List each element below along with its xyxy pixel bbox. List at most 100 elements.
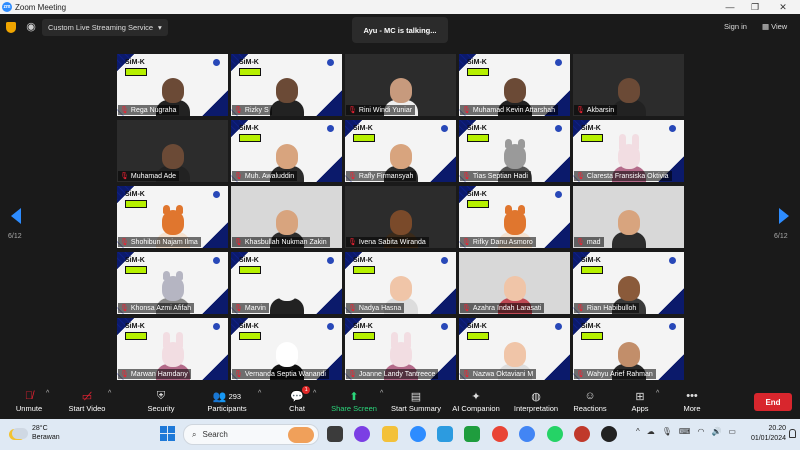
participant-name-tag: 🎙 Muhamad Kevin Attarshah (460, 105, 558, 115)
participant-tile[interactable]: SiM-K 🎙 Tias Septian Hadi (459, 120, 570, 182)
windows-start-icon[interactable] (160, 426, 175, 441)
organizer-logo-icon (441, 125, 448, 132)
participant-name: Rifky Danu Asmoro (472, 238, 533, 246)
organizer-logo-icon (441, 257, 448, 264)
participant-tile[interactable]: SiM-K 🎙 Rega Nugraha (117, 54, 228, 116)
view-button[interactable]: ▦ View (762, 22, 787, 31)
participant-tile[interactable]: SiM-K 🎙 Claresta Fransiska Oktivia (573, 120, 684, 182)
simk-logo: SiM-K (581, 257, 601, 264)
participant-tile[interactable]: 🎙 Muhamad Ade (117, 120, 228, 182)
participant-tile[interactable]: SiM-K 🎙 Wahyu Arief Rahman (573, 318, 684, 380)
participant-name-tag: 🎙 Claresta Fransiska Oktivia (574, 171, 672, 181)
share-options-caret-icon[interactable]: ^ (380, 390, 383, 397)
apps-options-caret-icon[interactable]: ^ (656, 390, 659, 397)
simk-logo: SiM-K (353, 323, 373, 330)
participant-tile[interactable]: SiM-K 🎙 Marwan Hamdany (117, 318, 228, 380)
participant-name: Muhamad Ade (130, 172, 177, 180)
reactions-label: Reactions (573, 404, 607, 413)
interpretation-button[interactable]: ◍ Interpretation (512, 388, 560, 418)
start-summary-button[interactable]: ▤ Start Summary (390, 388, 442, 418)
close-icon[interactable]: ✕ (771, 0, 795, 14)
notification-bell-icon[interactable] (789, 429, 796, 438)
chat-options-caret-icon[interactable]: ^ (313, 390, 316, 397)
live-streaming-label: Custom Live Streaming Service (48, 23, 154, 32)
participant-tile[interactable]: SiM-K 🎙 Rian Habibulloh (573, 252, 684, 314)
participant-tile[interactable]: SiM-K 🎙 Muh. Awaluddin (231, 120, 342, 182)
mic-tray-icon[interactable]: 🎙 (662, 427, 672, 436)
live-streaming-button[interactable]: Custom Live Streaming Service ▾ (42, 19, 168, 36)
audio-options-caret-icon[interactable]: ^ (46, 390, 49, 397)
participant-tile[interactable]: 🎙 Rini Windi Yuniar (345, 54, 456, 116)
participant-tile[interactable]: SiM-K 🎙 Muhamad Kevin Attarshah (459, 54, 570, 116)
weather-widget[interactable]: 28°C Berawan (12, 424, 60, 442)
chrome-alt-profile-icon[interactable] (574, 426, 590, 442)
share-screen-button[interactable]: ⬆ Share Screen (331, 388, 377, 418)
participant-name-tag: 🎙 Marvin (232, 303, 269, 313)
temperature: 28°C (32, 425, 48, 432)
participant-name: Rian Habibulloh (586, 304, 637, 312)
participant-tile[interactable]: SiM-K 🎙 Khonsa Azmi Afifah (117, 252, 228, 314)
cloud-sync-icon[interactable]: ☁ (647, 427, 655, 436)
taskbar-search[interactable]: ⌕ Search (183, 424, 319, 445)
participant-tile[interactable]: SiM-K 🎙 Rizky S (231, 54, 342, 116)
participant-tile[interactable]: SiM-K 🎙 Shohibun Najam Ilma (117, 186, 228, 248)
excel-app-icon[interactable] (464, 426, 480, 442)
participant-tile[interactable]: SiM-K 🎙 Nazwa Oktaviani M (459, 318, 570, 380)
simk-logo: SiM-K (239, 59, 259, 66)
previous-page-arrow-icon[interactable] (11, 208, 21, 224)
reactions-button[interactable]: ☺ Reactions (573, 388, 607, 418)
video-options-caret-icon[interactable]: ^ (108, 390, 111, 397)
participant-name: Muhamad Kevin Attarshah (472, 106, 555, 114)
maximize-icon[interactable]: ❐ (743, 0, 767, 14)
participant-tile[interactable]: SiM-K 🎙 Rifky Danu Asmoro (459, 186, 570, 248)
whatsapp-app-icon[interactable] (547, 426, 563, 442)
event-badge-icon (239, 68, 261, 76)
meet-app-icon[interactable] (354, 426, 370, 442)
unmute-button[interactable]: 🎙̸ Unmute (14, 388, 44, 418)
battery-icon[interactable]: ▭ (728, 427, 736, 436)
participant-tile[interactable]: 🎙 Ivena Sabita Wiranda (345, 186, 456, 248)
participant-name-tag: 🎙 Joanne Landy Tantreece (346, 369, 439, 379)
system-clock[interactable]: 20.20 01/01/2024 (736, 424, 786, 444)
wifi-icon[interactable]: ◠ (697, 427, 704, 436)
participant-tile[interactable]: 🎙 Khasbullah Nukman Zakin (231, 186, 342, 248)
next-page-arrow-icon[interactable] (779, 208, 789, 224)
live-stream-icon[interactable]: ◉ (24, 20, 38, 34)
grid-view-icon: ▦ (762, 22, 770, 31)
tray-overflow-icon[interactable]: ^ (636, 427, 640, 436)
chrome-profile-icon[interactable] (519, 426, 535, 442)
file-explorer-icon[interactable] (382, 426, 398, 442)
task-view-icon[interactable] (327, 426, 343, 442)
participant-tile[interactable]: SiM-K 🎙 Rafly Firmansyah (345, 120, 456, 182)
participant-tile[interactable]: SiM-K 🎙 Nadya Hasna (345, 252, 456, 314)
participants-button[interactable]: 👥 293 Participants (205, 388, 249, 418)
end-meeting-button[interactable]: End (754, 393, 792, 411)
security-button[interactable]: ⛨ Security (145, 388, 177, 418)
store-app-icon[interactable] (437, 426, 453, 442)
participant-tile[interactable]: 🎙 Azahra Indah Larasati (459, 252, 570, 314)
participant-tile[interactable]: SiM-K 🎙 Marvin (231, 252, 342, 314)
volume-icon[interactable]: 🔊 (711, 427, 721, 436)
participant-tile[interactable]: SiM-K 🎙 Joanne Landy Tantreece (345, 318, 456, 380)
more-button[interactable]: ••• More (682, 388, 702, 418)
chrome-app-icon[interactable] (492, 426, 508, 442)
start-video-button[interactable]: ▭̸ Start Video (66, 388, 108, 418)
sign-in-link[interactable]: Sign in (724, 22, 747, 31)
chat-unread-badge: 1 (302, 386, 311, 394)
participant-tile[interactable]: 🎙 mad (573, 186, 684, 248)
chat-button[interactable]: 💬 1 Chat (286, 386, 311, 418)
participant-tile[interactable]: 🎙 Akbarsin (573, 54, 684, 116)
security-shield-icon[interactable] (6, 22, 16, 33)
ai-companion-button[interactable]: ✦ AI Companion (452, 388, 500, 418)
apps-button[interactable]: ⊞ Apps (630, 388, 650, 418)
active-speaker-text: Ayu - MC is talking... (363, 25, 437, 35)
media-player-icon[interactable] (601, 426, 617, 442)
participant-name: Rini Windi Yuniar (358, 106, 413, 114)
language-icon[interactable]: ⌨ (679, 427, 691, 436)
unmute-label: Unmute (15, 404, 43, 413)
participants-options-caret-icon[interactable]: ^ (258, 390, 261, 397)
organizer-logo-icon (213, 257, 220, 264)
participant-tile[interactable]: SiM-K 🎙 Vernanda Septia Wanandi (231, 318, 342, 380)
zoom-app-icon[interactable] (410, 426, 426, 442)
minimize-icon[interactable]: — (718, 0, 742, 14)
